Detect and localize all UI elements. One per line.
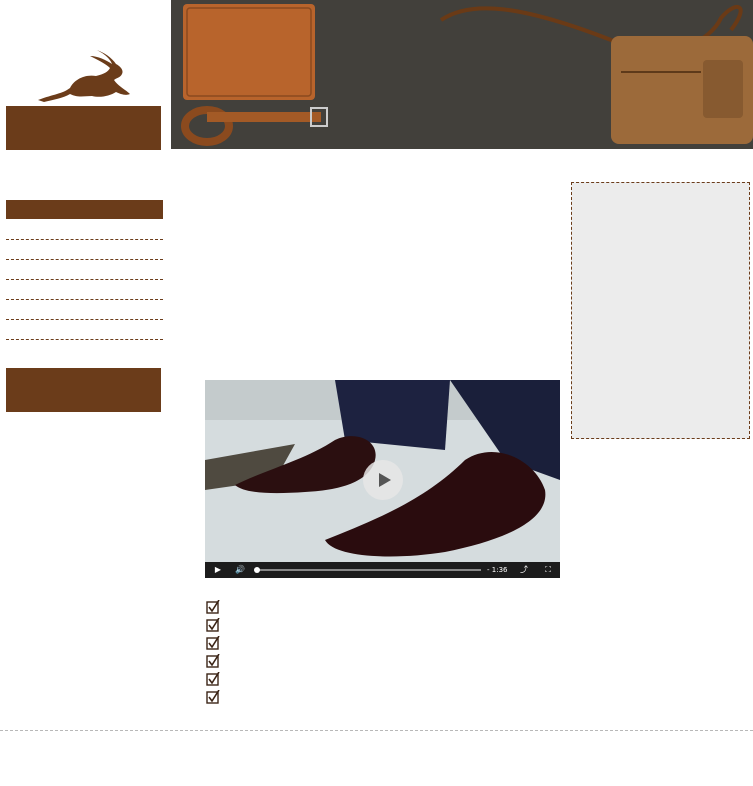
checkbox-checked-icon (206, 690, 220, 704)
progress-bar[interactable] (254, 567, 481, 573)
sidebar-item[interactable] (6, 301, 163, 320)
footer-divider (0, 730, 753, 731)
sidebar-item[interactable] (6, 221, 163, 240)
video-controls: ▶ 🔊 - 1:36 ⤴ ⛶ (205, 562, 560, 578)
sidebar (0, 0, 171, 786)
sidebar-item[interactable] (6, 281, 163, 300)
play-button[interactable] (363, 460, 403, 500)
checkbox-checked-icon (206, 654, 220, 668)
volume-icon[interactable]: 🔊 (231, 562, 249, 578)
sidebar-promo-box[interactable] (6, 368, 161, 412)
leather-portfolio (183, 4, 315, 100)
sidebar-item-active[interactable] (6, 200, 163, 219)
sidebar-item[interactable] (6, 261, 163, 280)
sidebar-item[interactable] (6, 321, 163, 340)
video-player[interactable]: ▶ 🔊 - 1:36 ⤴ ⛶ (205, 380, 560, 578)
right-sidebar-box (571, 182, 750, 439)
checkbox-checked-icon (206, 636, 220, 650)
sidebar-item[interactable] (6, 241, 163, 260)
rabbit-logo-icon[interactable] (36, 50, 132, 104)
share-icon[interactable]: ⤴ (515, 562, 533, 578)
fullscreen-icon[interactable]: ⛶ (539, 562, 557, 578)
leather-goods-banner (171, 0, 753, 149)
play-icon[interactable]: ▶ (209, 562, 227, 578)
brand-bar (6, 106, 161, 150)
checkbox-checked-icon (206, 600, 220, 614)
remaining-time: - 1:36 (487, 566, 508, 574)
checkbox-checked-icon (206, 672, 220, 686)
progress-handle[interactable] (254, 567, 260, 573)
checkbox-checked-icon (206, 618, 220, 632)
header-banner-image (171, 0, 753, 149)
